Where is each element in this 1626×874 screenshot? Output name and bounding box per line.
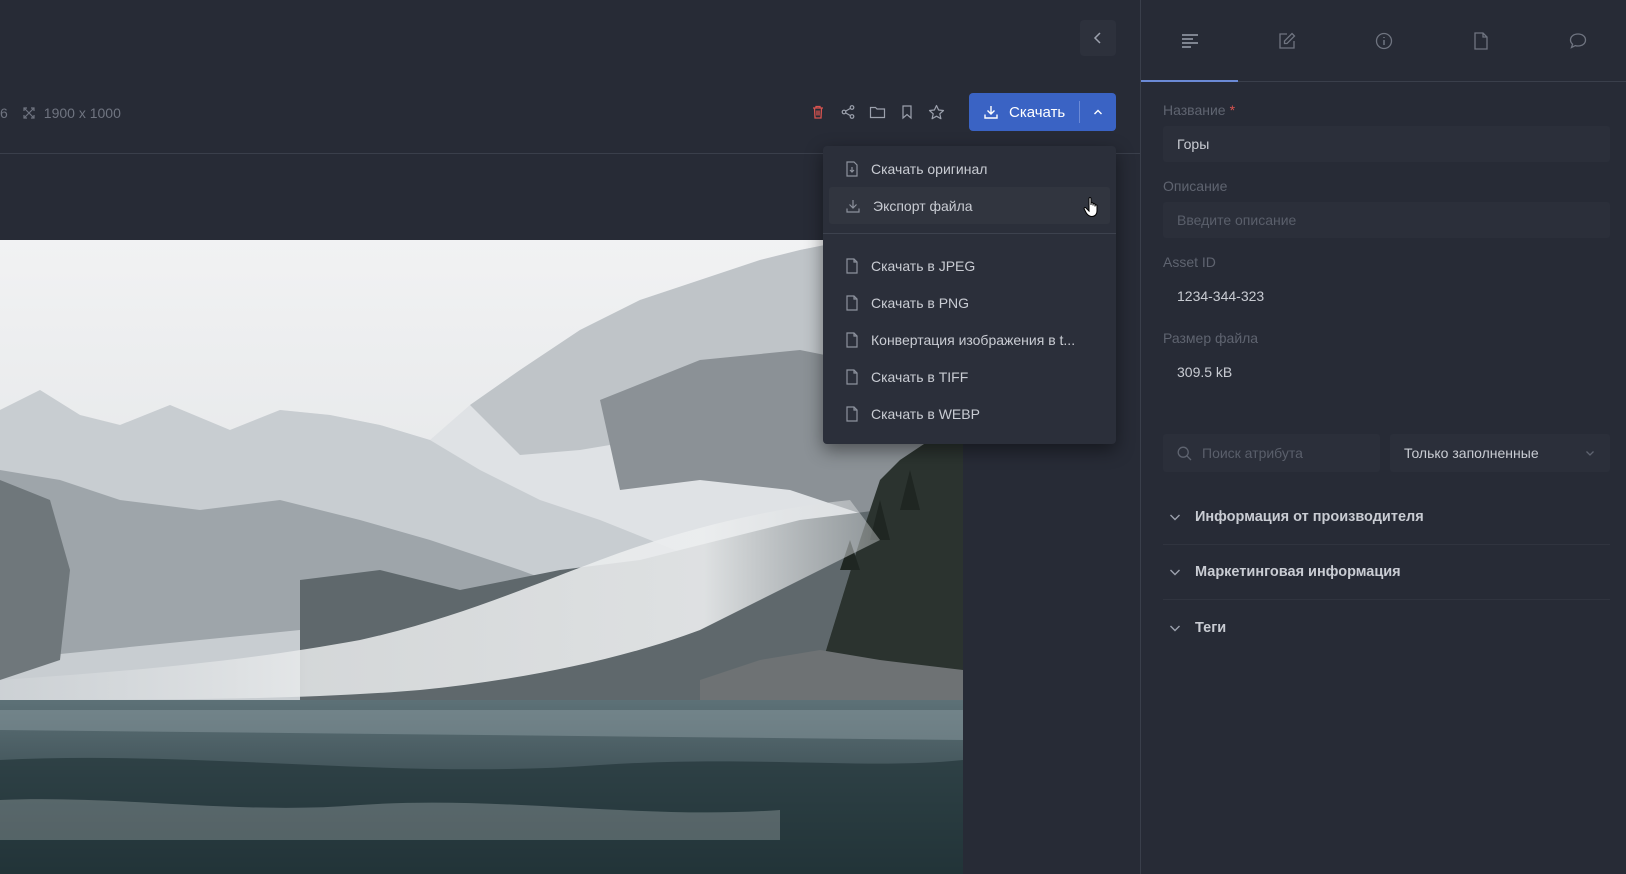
section-title: Информация от производителя [1195,509,1424,525]
info-icon [1375,32,1393,49]
menu-item-export-file[interactable]: Экспорт файла [829,187,1110,224]
panel-tabs [1141,0,1626,82]
menu-item-label: Скачать в TIFF [871,368,969,385]
delete-button[interactable] [807,101,829,123]
download-button[interactable]: Скачать [969,93,1079,131]
download-options-toggle[interactable] [1080,93,1116,131]
attribute-search-input[interactable]: Поиск атрибута [1163,434,1380,472]
section-title: Теги [1195,619,1227,636]
menu-item-download-png[interactable]: Скачать в PNG [823,284,1116,321]
hand-cursor-icon [1083,197,1098,218]
file-icon [846,294,858,311]
asset-id-label: Asset ID [1163,254,1216,270]
file-icon [846,368,858,385]
asset-id-value: 1234-344-323 [1177,288,1265,304]
section-marketing-info[interactable]: Маркетинговая информация [1163,545,1610,600]
tab-files[interactable] [1433,0,1530,81]
name-field[interactable]: Горы [1163,126,1610,162]
download-label: Скачать [1009,103,1066,121]
menu-item-label: Скачать оригинал [871,160,988,177]
folder-icon [869,106,885,119]
menu-item-label: Скачать в PNG [871,294,970,311]
tab-comments[interactable] [1530,0,1626,81]
section-tags[interactable]: Теги [1163,600,1610,655]
name-label-text: Название [1163,102,1226,118]
bookmark-button[interactable] [896,101,918,123]
file-icon [846,331,858,348]
tab-attributes[interactable] [1141,0,1239,82]
share-icon [841,105,855,119]
menu-item-download-original[interactable]: Скачать оригинал [823,150,1116,187]
bookmark-icon [902,105,912,120]
trash-icon [813,105,823,119]
star-icon [928,104,944,119]
attribute-fields: Название * Горы Описание Введите описани… [1163,100,1610,404]
chevron-down-icon [1170,625,1180,631]
file-icon [846,405,858,422]
image-viewer: 6 1900 x 1000 Скачать Скачать оригинал Э… [0,0,1140,874]
chevron-up-icon [1094,109,1102,115]
comment-icon [1570,32,1587,49]
export-icon [846,199,860,213]
menu-item-download-webp[interactable]: Скачать в WEBP [823,395,1116,432]
name-label: Название * [1163,100,1610,120]
download-split-button: Скачать [969,93,1116,131]
menu-item-download-jpeg[interactable]: Скачать в JPEG [823,247,1116,284]
move-to-folder-button[interactable] [866,101,888,123]
asset-details-panel: Название * Горы Описание Введите описани… [1140,0,1626,874]
section-manufacturer-info[interactable]: Информация от производителя [1163,490,1610,545]
chevron-down-icon [1170,514,1180,521]
section-title: Маркетинговая информация [1195,564,1401,580]
resize-icon [23,107,35,119]
filled-filter-select[interactable]: Только заполненные [1390,434,1610,472]
menu-divider [823,233,1116,234]
file-icon [846,257,858,274]
list-icon [1181,33,1198,48]
image-dimensions: 6 1900 x 1000 [0,103,121,123]
select-value: Только заполненные [1404,445,1539,461]
description-label: Описание [1163,178,1228,194]
dimension-prefix: 6 [0,105,8,121]
edit-icon [1279,32,1296,49]
attribute-filters: Поиск атрибута Только заполненные [1163,434,1610,472]
tab-edit[interactable] [1238,0,1335,81]
file-size-label: Размер файла [1163,330,1259,346]
file-size-value: 309.5 kB [1177,364,1233,380]
dimensions-text: 1900 x 1000 [43,105,121,121]
asset-preview-image [0,240,963,874]
download-icon [984,106,998,119]
document-icon [1474,31,1488,50]
menu-item-convert-image[interactable]: Конвертация изображения в t... [823,321,1116,358]
menu-item-label: Скачать в JPEG [871,257,976,274]
chevron-down-icon [1170,569,1180,576]
chevron-left-icon [1093,32,1101,44]
menu-item-label: Конвертация изображения в t... [871,331,1076,348]
tab-info[interactable] [1335,0,1432,81]
chevron-down-icon [1586,451,1594,456]
menu-item-label: Скачать в WEBP [871,405,980,422]
search-placeholder: Поиск атрибута [1202,445,1303,461]
file-download-icon [846,160,858,177]
search-icon [1177,446,1192,460]
favorite-button[interactable] [925,101,947,123]
required-marker: * [1229,102,1236,118]
menu-item-download-tiff[interactable]: Скачать в TIFF [823,358,1116,395]
share-button[interactable] [837,101,859,123]
collapse-panel-button[interactable] [1080,20,1116,56]
menu-item-label: Экспорт файла [873,197,973,214]
download-options-menu: Скачать оригинал Экспорт файла Скачать в… [823,146,1116,444]
description-field[interactable]: Введите описание [1163,202,1610,238]
attribute-sections: Информация от производителя Маркетингова… [1163,490,1610,655]
